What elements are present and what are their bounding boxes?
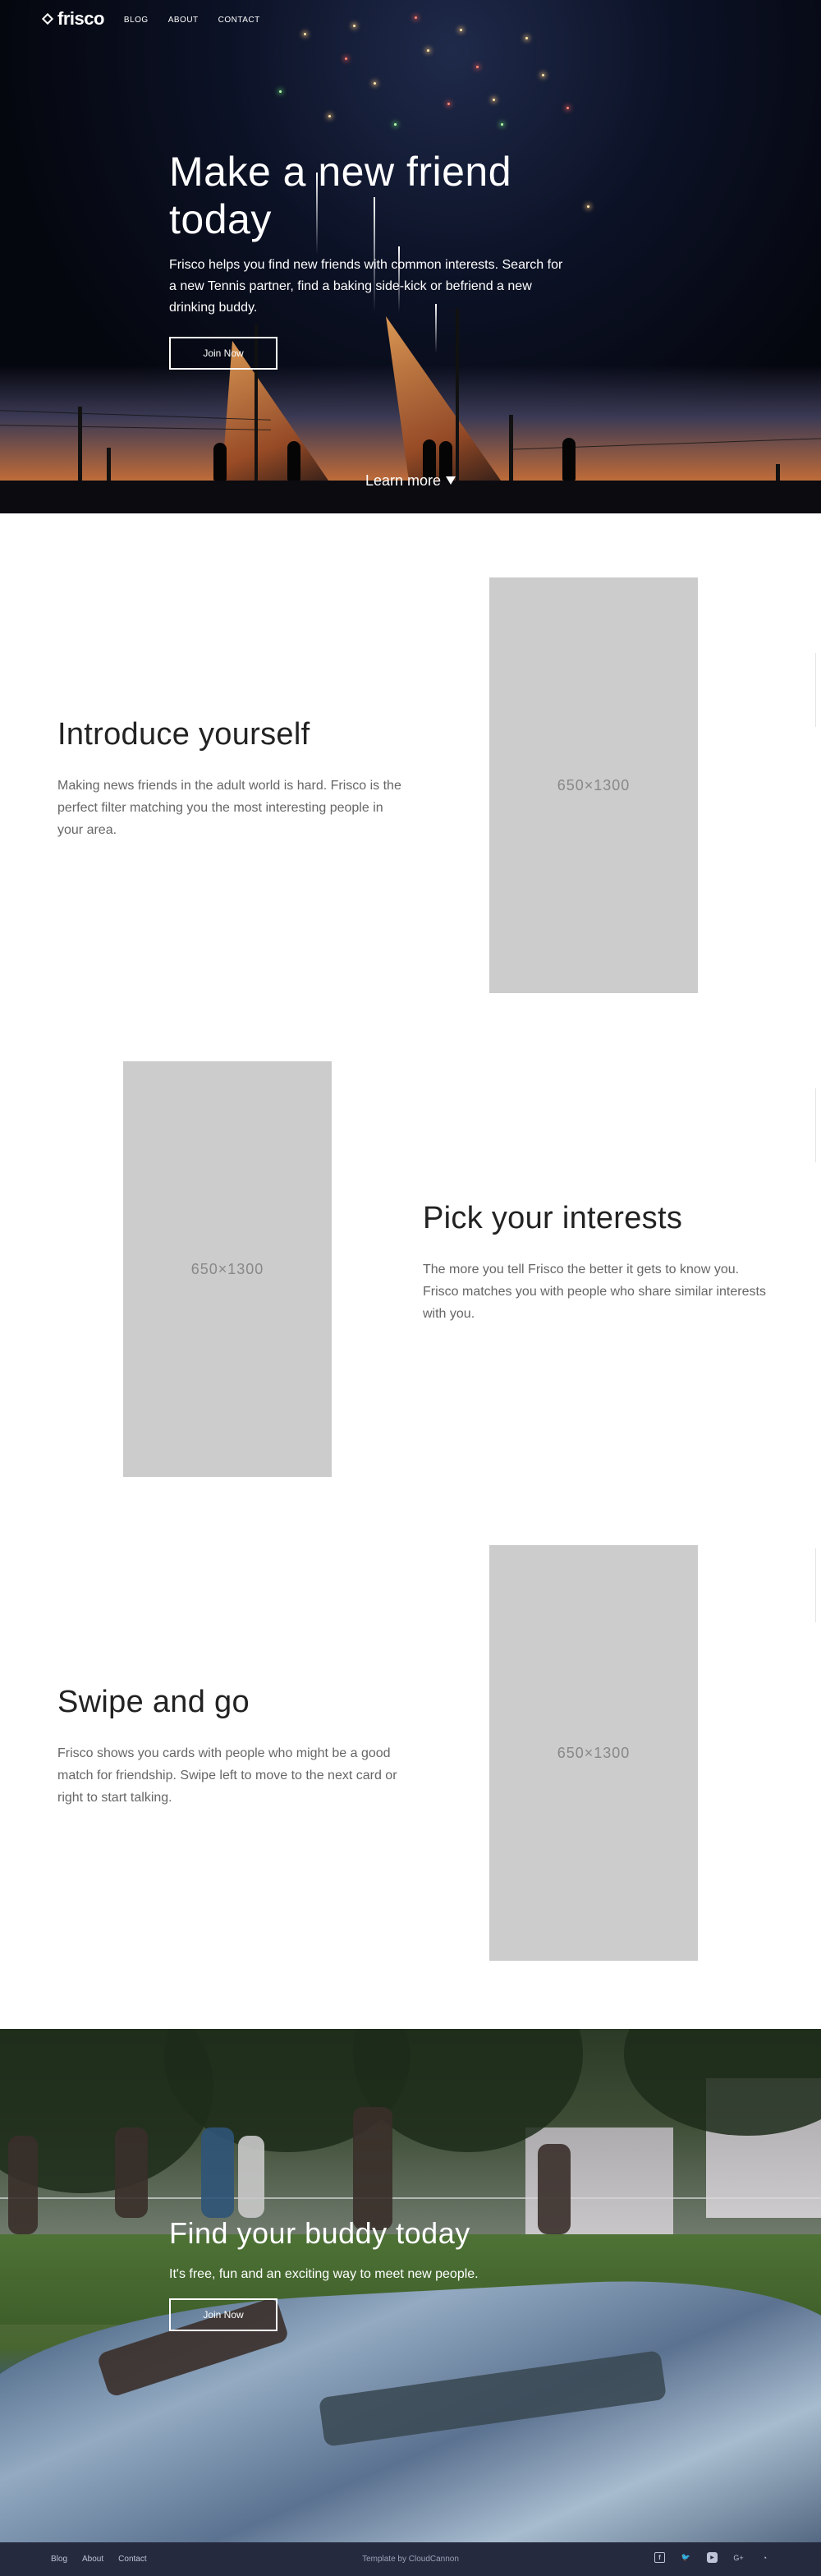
feature-description: Frisco shows you cards with people who m… bbox=[57, 1746, 397, 1805]
feature-image-placeholder: 650×1300 bbox=[489, 577, 698, 993]
feature-title: Swipe and go bbox=[57, 1685, 250, 1719]
nav-link-contact[interactable]: CONTACT bbox=[218, 16, 260, 25]
rss-icon[interactable]: ◔ bbox=[759, 2552, 770, 2563]
main-nav: frisco BLOG ABOUT CONTACT bbox=[43, 8, 260, 30]
footer: Blog About Contact Template by CloudCann… bbox=[0, 2542, 821, 2576]
feature-title: Introduce yourself bbox=[57, 717, 310, 752]
brand-name: frisco bbox=[57, 8, 104, 29]
placeholder-label: 650×1300 bbox=[190, 1260, 264, 1277]
brand-logo[interactable]: frisco bbox=[43, 8, 104, 30]
join-now-button[interactable]: Join Now bbox=[169, 2298, 277, 2331]
edge-divider bbox=[815, 1548, 821, 1622]
facebook-icon[interactable]: f bbox=[654, 2552, 665, 2563]
feature-description: The more you tell Frisco the better it g… bbox=[423, 1263, 766, 1321]
hero-section: frisco BLOG ABOUT CONTACT Make a new fri… bbox=[0, 0, 821, 513]
chevron-down-icon bbox=[446, 476, 456, 485]
cta-section: Find your buddy today It's free, fun and… bbox=[0, 2029, 821, 2542]
feature-image-placeholder: 650×1300 bbox=[489, 1545, 698, 1961]
nav-link-about[interactable]: ABOUT bbox=[168, 16, 199, 25]
twitter-icon[interactable]: 🐦 bbox=[681, 2552, 691, 2563]
cta-description: It's free, fun and an exciting way to me… bbox=[169, 2267, 479, 2281]
feature-image-placeholder: 650×1300 bbox=[123, 1061, 332, 1477]
edge-divider bbox=[815, 1088, 821, 1162]
learn-more-link[interactable]: Learn more bbox=[0, 472, 821, 490]
feature-description: Making news friends in the adult world i… bbox=[57, 779, 401, 837]
hero-description: Frisco helps you find new friends with c… bbox=[169, 258, 563, 315]
feature-title: Pick your interests bbox=[423, 1201, 683, 1235]
nav-link-blog[interactable]: BLOG bbox=[124, 16, 149, 25]
cta-title: Find your buddy today bbox=[169, 2216, 470, 2250]
join-now-button[interactable]: Join Now bbox=[169, 337, 277, 370]
edge-divider bbox=[815, 653, 821, 727]
learn-more-label: Learn more bbox=[365, 472, 442, 489]
cta-content: Find your buddy today It's free, fun and… bbox=[169, 2216, 629, 2331]
hero-content: Make a new friend today Frisco helps you… bbox=[169, 148, 580, 370]
hero-title: Make a new friend today bbox=[169, 149, 512, 242]
logo-icon bbox=[43, 14, 53, 24]
placeholder-label: 650×1300 bbox=[557, 776, 631, 794]
google-plus-icon[interactable]: G+ bbox=[733, 2552, 744, 2563]
placeholder-label: 650×1300 bbox=[557, 1744, 631, 1761]
social-links: f 🐦 ▶ G+ ◔ bbox=[654, 2552, 770, 2563]
youtube-icon[interactable]: ▶ bbox=[707, 2552, 718, 2563]
